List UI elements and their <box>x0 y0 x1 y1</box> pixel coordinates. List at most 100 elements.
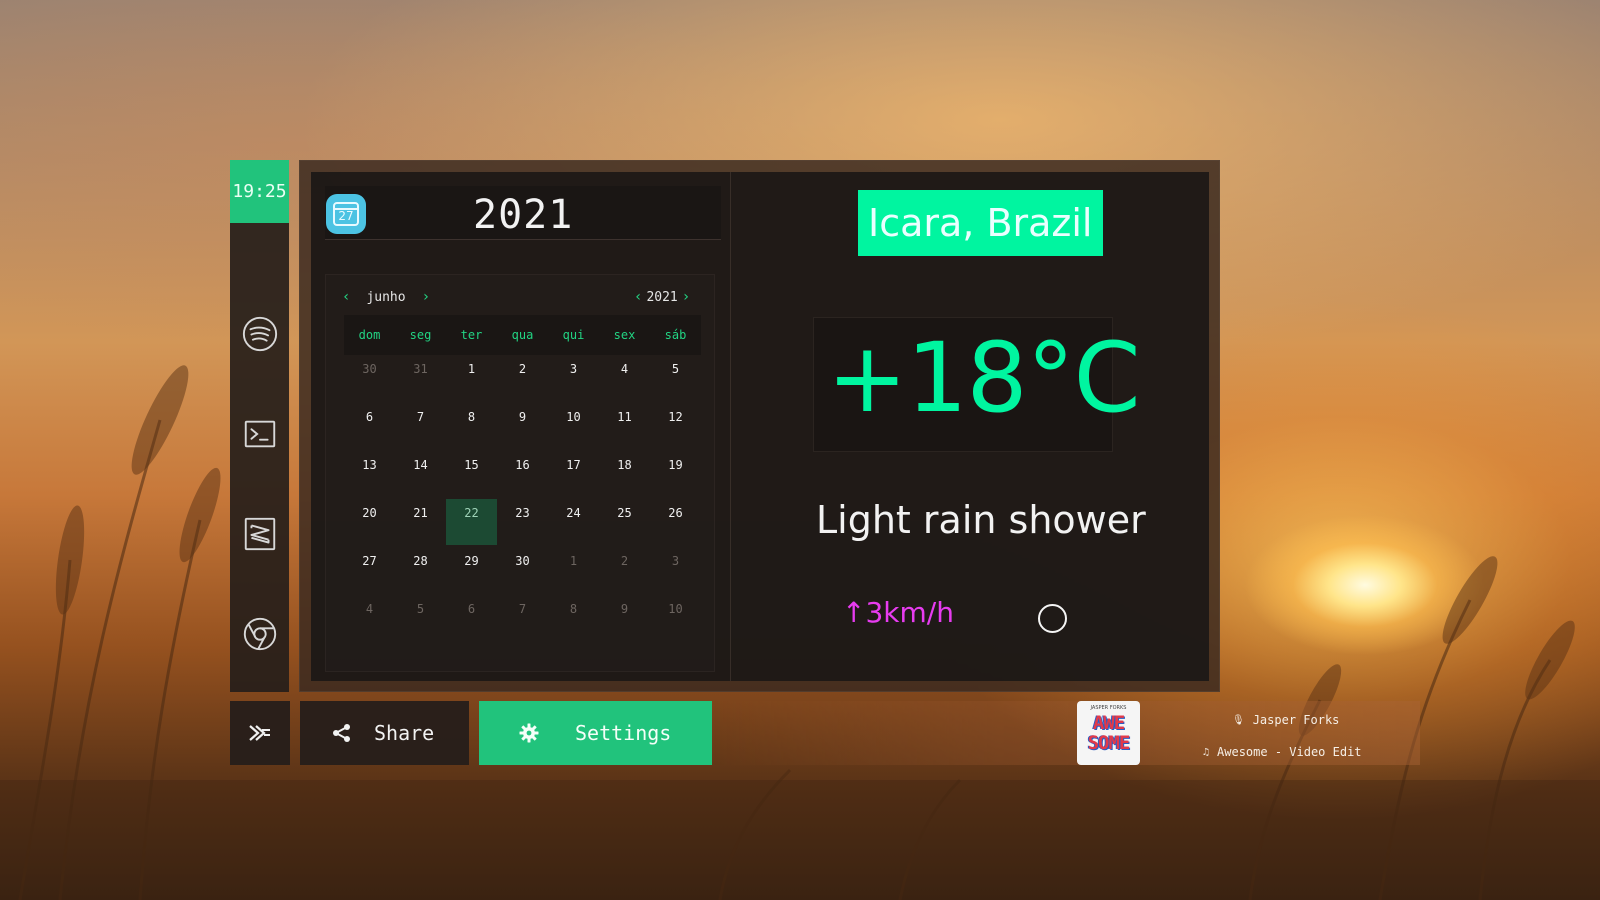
calendar-week-row: 27 28 29 30 1 2 3 <box>344 547 701 595</box>
calendar-day[interactable]: 2 <box>497 355 548 401</box>
calendar-day[interactable]: 1 <box>446 355 497 401</box>
microphone-icon: 🎙 <box>1232 714 1245 726</box>
weekday-label: sex <box>613 328 636 342</box>
calendar-day[interactable]: 7 <box>497 595 548 641</box>
chrome-icon[interactable] <box>240 614 280 654</box>
weather-wind: ↑3km/h <box>842 596 954 629</box>
calendar-grid: dom seg ter qua qui sex sáb 30 31 1 2 3 … <box>344 315 701 643</box>
dashboard-panel-inner: 27 2021 ‹ junho › ‹ 2021 › dom seg ter q… <box>311 172 1209 681</box>
calendar-day[interactable]: 20 <box>344 499 395 545</box>
album-art[interactable]: JASPER FORKS AWE SOME <box>1077 701 1140 765</box>
weather-description: Light rain shower <box>816 498 1146 542</box>
calendar-day[interactable]: 10 <box>548 403 599 449</box>
share-icon <box>333 724 350 742</box>
calendar-day[interactable]: 11 <box>599 403 650 449</box>
next-year-button[interactable]: › <box>680 289 696 305</box>
arch-launcher-icon <box>249 725 270 741</box>
calendar-day[interactable]: 1 <box>548 547 599 593</box>
calendar-week-row: 30 31 1 2 3 4 5 <box>344 355 701 403</box>
album-art-title: AWE SOME <box>1087 712 1131 754</box>
gear-icon <box>519 723 539 743</box>
weekday-label: dom <box>358 328 381 342</box>
share-label: Share <box>374 721 435 745</box>
moon-icon <box>1038 604 1067 633</box>
calendar-day[interactable]: 16 <box>497 451 548 497</box>
media-title: Awesome - Video Edit <box>1217 745 1362 759</box>
spotify-icon[interactable] <box>240 314 280 354</box>
calendar-day[interactable]: 13 <box>344 451 395 497</box>
calendar-header: 27 2021 <box>325 186 721 240</box>
calendar-day[interactable]: 29 <box>446 547 497 593</box>
calendar-day[interactable]: 6 <box>344 403 395 449</box>
calendar-day[interactable]: 19 <box>650 451 701 497</box>
calendar-day[interactable]: 8 <box>548 595 599 641</box>
panel-divider <box>730 172 731 681</box>
calendar-day[interactable]: 5 <box>650 355 701 401</box>
calendar-app-icon[interactable]: 27 <box>326 194 366 234</box>
year-label: 2021 <box>646 289 678 305</box>
calendar-day[interactable]: 17 <box>548 451 599 497</box>
music-note-icon: ♫ <box>1203 746 1210 758</box>
calendar-day[interactable]: 30 <box>497 547 548 593</box>
weather-city: Icara, Brazil <box>858 190 1103 256</box>
media-artist-row: 🎙 Jasper Forks <box>1232 713 1339 727</box>
calendar-week-row: 6 7 8 9 10 11 12 <box>344 403 701 451</box>
calendar-day[interactable]: 14 <box>395 451 446 497</box>
media-title-row: ♫ Awesome - Video Edit <box>1203 745 1362 759</box>
calendar-day[interactable]: 23 <box>497 499 548 545</box>
calendar-day[interactable]: 5 <box>395 595 446 641</box>
weekday-header-row: dom seg ter qua qui sex sáb <box>344 315 701 355</box>
calendar-day[interactable]: 10 <box>650 595 701 641</box>
calendar-day[interactable]: 30 <box>344 355 395 401</box>
year-navigator: ‹ 2021 › <box>628 285 696 309</box>
next-month-button[interactable]: › <box>416 289 436 305</box>
calendar-day[interactable]: 21 <box>395 499 446 545</box>
sublime-text-icon[interactable] <box>240 514 280 554</box>
dashboard-panel: 27 2021 ‹ junho › ‹ 2021 › dom seg ter q… <box>299 160 1220 692</box>
weekday-label: ter <box>460 328 483 342</box>
calendar-day[interactable]: 27 <box>344 547 395 593</box>
terminal-icon[interactable] <box>240 414 280 454</box>
calendar-week-row: 20 21 22 23 24 25 26 <box>344 499 701 547</box>
calendar-day[interactable]: 15 <box>446 451 497 497</box>
media-artist: Jasper Forks <box>1252 713 1340 727</box>
calendar-day[interactable]: 12 <box>650 403 701 449</box>
calendar-day[interactable]: 3 <box>650 547 701 593</box>
app-dock: 19:25 <box>230 160 289 692</box>
calendar-app-icon-label: 27 <box>333 202 359 226</box>
calendar-day[interactable]: 24 <box>548 499 599 545</box>
calendar-week-row: 13 14 15 16 17 18 19 <box>344 451 701 499</box>
calendar-day[interactable]: 9 <box>599 595 650 641</box>
calendar-day[interactable]: 3 <box>548 355 599 401</box>
calendar-day[interactable]: 8 <box>446 403 497 449</box>
weekday-label: qui <box>562 328 585 342</box>
weather-temperature: +18°C <box>827 322 1141 434</box>
calendar-year-title: 2021 <box>473 192 574 238</box>
calendar-day[interactable]: 2 <box>599 547 650 593</box>
calendar-day[interactable]: 18 <box>599 451 650 497</box>
share-button[interactable]: Share <box>300 701 469 765</box>
clock: 19:25 <box>230 160 289 223</box>
calendar-week-row: 4 5 6 7 8 9 10 <box>344 595 701 643</box>
calendar-day[interactable]: 28 <box>395 547 446 593</box>
settings-label: Settings <box>575 721 672 745</box>
calendar-day[interactable]: 4 <box>344 595 395 641</box>
weekday-label: qua <box>511 328 534 342</box>
settings-button[interactable]: Settings <box>479 701 712 765</box>
prev-year-button[interactable]: ‹ <box>628 289 644 305</box>
calendar-widget: ‹ junho › ‹ 2021 › dom seg ter qua qui s… <box>325 274 715 672</box>
calendar-day[interactable]: 6 <box>446 595 497 641</box>
calendar-day[interactable]: 26 <box>650 499 701 545</box>
weekday-label: sáb <box>664 328 687 342</box>
prev-month-button[interactable]: ‹ <box>336 289 356 305</box>
launcher-button[interactable] <box>230 701 290 765</box>
calendar-day[interactable]: 25 <box>599 499 650 545</box>
calendar-day[interactable]: 4 <box>599 355 650 401</box>
calendar-day[interactable]: 31 <box>395 355 446 401</box>
calendar-day-today[interactable]: 22 <box>446 499 497 545</box>
calendar-day[interactable]: 7 <box>395 403 446 449</box>
month-navigator: ‹ junho › <box>336 285 436 309</box>
weekday-label: seg <box>409 328 432 342</box>
calendar-day[interactable]: 9 <box>497 403 548 449</box>
month-label: junho <box>366 289 406 305</box>
